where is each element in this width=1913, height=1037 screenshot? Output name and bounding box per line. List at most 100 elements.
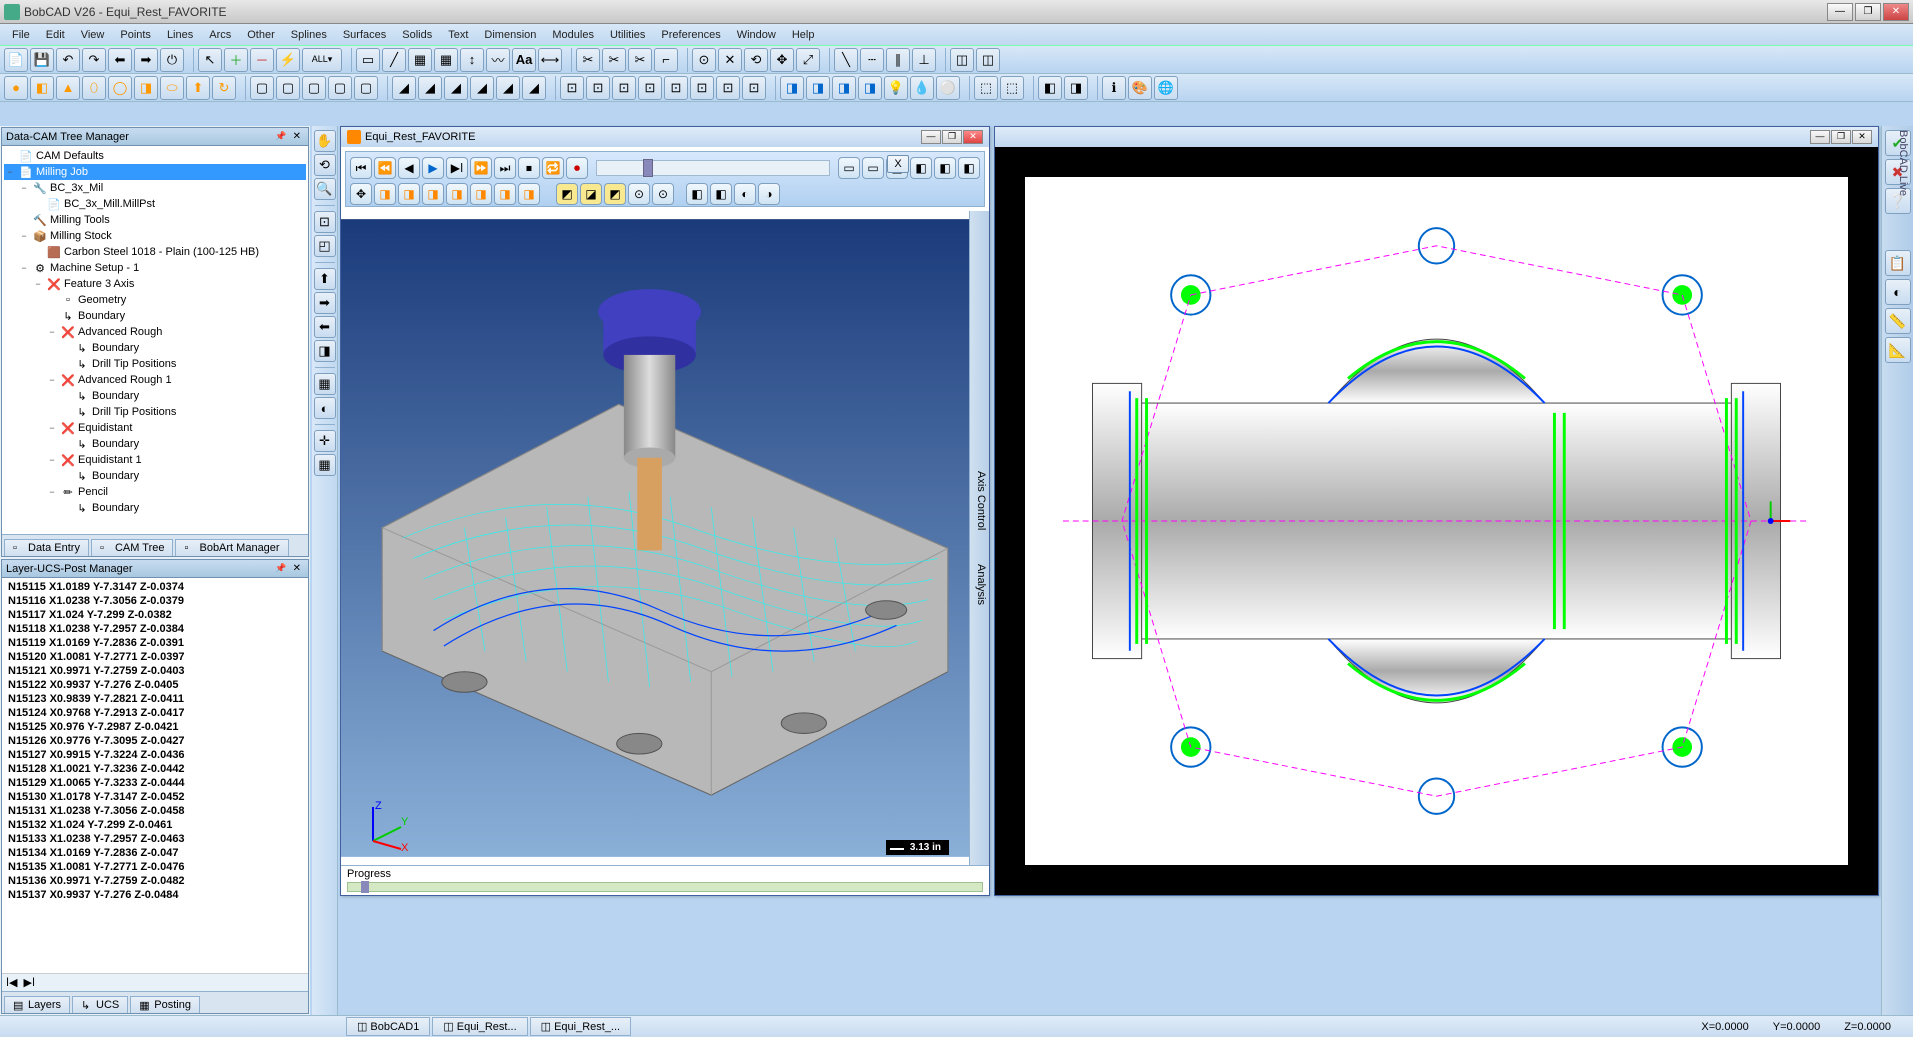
- surf4-icon[interactable]: ◢: [470, 76, 494, 100]
- sim-opt2-icon[interactable]: ▭: [862, 157, 884, 179]
- sim-play-icon[interactable]: ▶: [422, 157, 444, 179]
- sphere-icon[interactable]: ●: [4, 76, 28, 100]
- sim-sel4-icon[interactable]: ⊙: [628, 183, 650, 205]
- doc-tab[interactable]: ◫Equi_Rest_...: [530, 1017, 631, 1036]
- line-icon[interactable]: ╱: [382, 48, 406, 72]
- bolt-icon[interactable]: ⚡: [276, 48, 300, 72]
- tree-node[interactable]: −📄Milling Job: [4, 164, 306, 180]
- view-icon[interactable]: ◧: [1038, 76, 1062, 100]
- simulation-canvas[interactable]: Axis Control Analysis 3.13 in Z Y X: [341, 211, 989, 865]
- vhand-icon[interactable]: ✋: [314, 130, 336, 152]
- all-button[interactable]: ALL▾: [302, 48, 342, 72]
- vfit-icon[interactable]: ⊡: [314, 211, 336, 233]
- sim-skip-start-icon[interactable]: ⏮: [350, 157, 372, 179]
- panel-close-icon[interactable]: ✕: [290, 563, 304, 574]
- tree-node[interactable]: ↳Drill Tip Positions: [4, 404, 306, 420]
- sim-opt5-icon[interactable]: ◧: [934, 157, 956, 179]
- sim-loop-icon[interactable]: 🔁: [542, 157, 564, 179]
- corner-icon[interactable]: ⌐: [654, 48, 678, 72]
- vfront-icon[interactable]: ➡: [314, 292, 336, 314]
- tree-node[interactable]: 📄CAM Defaults: [4, 148, 306, 164]
- new-icon[interactable]: 📄: [4, 48, 28, 72]
- scale-icon[interactable]: ⤢: [796, 48, 820, 72]
- sim-view1-icon[interactable]: ◧: [686, 183, 708, 205]
- grid-icon[interactable]: ▦: [408, 48, 432, 72]
- cylinder-icon[interactable]: ⬯: [82, 76, 106, 100]
- sim-cube5-icon[interactable]: ◨: [470, 183, 492, 205]
- trim2-icon[interactable]: ✂: [602, 48, 626, 72]
- tree-node[interactable]: ↳Boundary: [4, 436, 306, 452]
- save-icon[interactable]: 💾: [30, 48, 54, 72]
- dim-icon[interactable]: ⟷: [538, 48, 562, 72]
- menu-points[interactable]: Points: [112, 27, 159, 43]
- sim-sel3-icon[interactable]: ◩: [604, 183, 626, 205]
- rect-icon[interactable]: ▭: [356, 48, 380, 72]
- vp2-close-button[interactable]: ✕: [1852, 130, 1872, 144]
- menu-dimension[interactable]: Dimension: [476, 27, 544, 43]
- sim-sel1-icon[interactable]: ◩: [556, 183, 578, 205]
- vrotate-icon[interactable]: ⟲: [314, 154, 336, 176]
- op7-icon[interactable]: ⊡: [716, 76, 740, 100]
- tab-layers[interactable]: ▤Layers: [4, 996, 70, 1013]
- patch2-icon[interactable]: ▢: [276, 76, 300, 100]
- tree-node[interactable]: ↳Drill Tip Positions: [4, 356, 306, 372]
- move-icon[interactable]: ↕: [460, 48, 484, 72]
- op8-icon[interactable]: ⊡: [742, 76, 766, 100]
- axis-control-sidebar[interactable]: Axis Control Analysis: [969, 211, 989, 865]
- tree-node[interactable]: ↳Boundary: [4, 388, 306, 404]
- tree-node[interactable]: ↳Boundary: [4, 468, 306, 484]
- redo-icon[interactable]: ↷: [82, 48, 106, 72]
- tree-node[interactable]: 🟫Carbon Steel 1018 - Plain (100-125 HB): [4, 244, 306, 260]
- op3-icon[interactable]: ⊡: [612, 76, 636, 100]
- scroll-right-icon[interactable]: ▶ⅼ: [24, 976, 36, 989]
- globe-icon[interactable]: 🌐: [1154, 76, 1178, 100]
- cube2-icon[interactable]: ◫: [976, 48, 1000, 72]
- op4-icon[interactable]: ⊡: [638, 76, 662, 100]
- pin-icon[interactable]: 📌: [272, 131, 289, 142]
- vp2-minimize-button[interactable]: —: [1810, 130, 1830, 144]
- toggle-icon[interactable]: ⏻: [160, 48, 184, 72]
- float-close-button[interactable]: X: [887, 155, 909, 173]
- menu-view[interactable]: View: [73, 27, 113, 43]
- sim-cube7-icon[interactable]: ◨: [518, 183, 540, 205]
- wave-icon[interactable]: 〰: [486, 48, 510, 72]
- add-icon[interactable]: ＋: [224, 48, 248, 72]
- perp-icon[interactable]: ⊥: [912, 48, 936, 72]
- sel-icon[interactable]: ⬚: [974, 76, 998, 100]
- sim-close-button[interactable]: ✕: [963, 130, 983, 144]
- sim-record-icon[interactable]: ⏺: [566, 157, 588, 179]
- menu-arcs[interactable]: Arcs: [201, 27, 239, 43]
- model-canvas[interactable]: [995, 147, 1878, 895]
- tree-node[interactable]: −❌Equidistant 1: [4, 452, 306, 468]
- tree-node[interactable]: 📄BC_3x_Mill.MillPst: [4, 196, 306, 212]
- tree-node[interactable]: ↳Boundary: [4, 340, 306, 356]
- tree-node[interactable]: −📦Milling Stock: [4, 228, 306, 244]
- cross-icon[interactable]: ✕: [718, 48, 742, 72]
- close-button[interactable]: ✕: [1883, 3, 1909, 21]
- menu-text[interactable]: Text: [440, 27, 476, 43]
- next-icon[interactable]: ➡: [134, 48, 158, 72]
- cone-icon[interactable]: ▲: [56, 76, 80, 100]
- line2-icon[interactable]: ╲: [834, 48, 858, 72]
- extrude-icon[interactable]: ⬆: [186, 76, 210, 100]
- tree-node[interactable]: 🔨Milling Tools: [4, 212, 306, 228]
- surf-icon[interactable]: ◢: [392, 76, 416, 100]
- vtop-icon[interactable]: ⬆: [314, 268, 336, 290]
- progress-bar[interactable]: [347, 882, 983, 892]
- doc-tab[interactable]: ◫BobCAD1: [346, 1017, 430, 1036]
- menu-help[interactable]: Help: [784, 27, 823, 43]
- vaxis-icon[interactable]: ✛: [314, 430, 336, 452]
- tree-node[interactable]: ↳Boundary: [4, 500, 306, 516]
- sim-stop-icon[interactable]: ⏹: [518, 157, 540, 179]
- op2-icon[interactable]: ⊡: [586, 76, 610, 100]
- menu-surfaces[interactable]: Surfaces: [335, 27, 394, 43]
- surf2-icon[interactable]: ◢: [418, 76, 442, 100]
- right-dock-label[interactable]: BobCAD Live: [1897, 130, 1909, 196]
- tree-node[interactable]: −❌Equidistant: [4, 420, 306, 436]
- vside-icon[interactable]: ⬅: [314, 316, 336, 338]
- surf6-icon[interactable]: ◢: [522, 76, 546, 100]
- ball-icon[interactable]: ⚪: [936, 76, 960, 100]
- vshade-icon[interactable]: ◐: [314, 397, 336, 419]
- cam-tree[interactable]: 📄CAM Defaults−📄Milling Job−🔧BC_3x_Mil📄BC…: [2, 146, 308, 534]
- tab-ucs[interactable]: ↳UCS: [72, 996, 128, 1013]
